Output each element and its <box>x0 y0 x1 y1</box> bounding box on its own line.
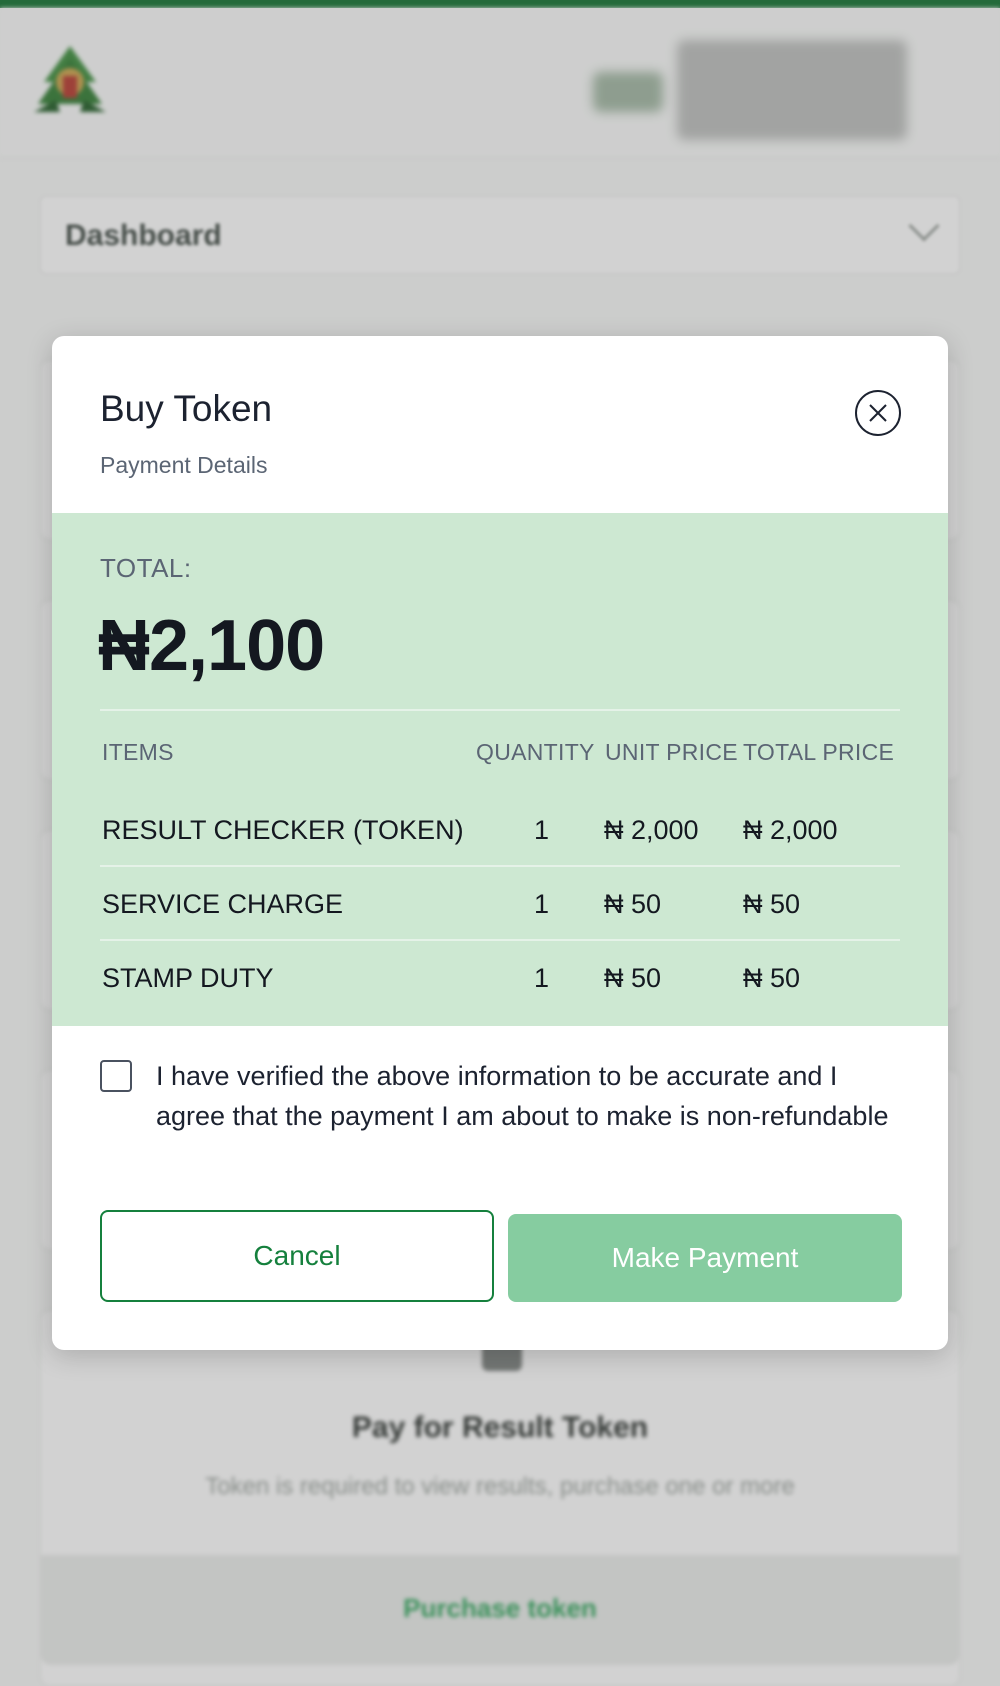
table-row: RESULT CHECKER (TOKEN) 1 ₦ 2,000 ₦ 2,000 <box>52 791 948 865</box>
make-payment-button[interactable]: Make Payment <box>508 1214 902 1302</box>
item-quantity: 1 <box>534 815 550 845</box>
total-label: TOTAL: <box>100 553 192 583</box>
item-unit-price: ₦ 50 <box>604 963 662 993</box>
column-header-quantity: QUANTITY <box>476 739 595 765</box>
item-name: RESULT CHECKER (TOKEN) <box>102 815 464 845</box>
total-amount: ₦2,100 <box>98 606 325 686</box>
close-button[interactable] <box>855 390 901 436</box>
item-total-price: ₦ 2,000 <box>743 815 838 845</box>
agreement-checkbox[interactable] <box>100 1060 132 1092</box>
close-icon <box>869 404 887 422</box>
modal-title: Buy Token <box>100 388 273 429</box>
agreement-text[interactable]: I have verified the above information to… <box>156 1056 896 1136</box>
table-row: SERVICE CHARGE 1 ₦ 50 ₦ 50 <box>52 865 948 939</box>
column-header-unit-price: UNIT PRICE <box>605 739 738 765</box>
item-name: SERVICE CHARGE <box>102 889 344 919</box>
item-name: STAMP DUTY <box>102 963 274 993</box>
divider <box>100 709 900 711</box>
column-header-items: ITEMS <box>102 739 174 765</box>
item-unit-price: ₦ 50 <box>604 889 662 919</box>
buy-token-modal: Buy Token Payment Details TOTAL: ₦2,100 … <box>52 336 948 1350</box>
column-header-total-price: TOTAL PRICE <box>743 739 895 765</box>
item-quantity: 1 <box>534 963 550 993</box>
item-total-price: ₦ 50 <box>743 889 801 919</box>
item-quantity: 1 <box>534 889 550 919</box>
modal-subtitle: Payment Details <box>100 452 268 478</box>
item-total-price: ₦ 50 <box>743 963 801 993</box>
table-row: STAMP DUTY 1 ₦ 50 ₦ 50 <box>52 939 948 1013</box>
cancel-button[interactable]: Cancel <box>100 1210 494 1302</box>
item-unit-price: ₦ 2,000 <box>604 815 699 845</box>
payment-summary: TOTAL: ₦2,100 ITEMS QUANTITY UNIT PRICE … <box>52 513 948 1026</box>
